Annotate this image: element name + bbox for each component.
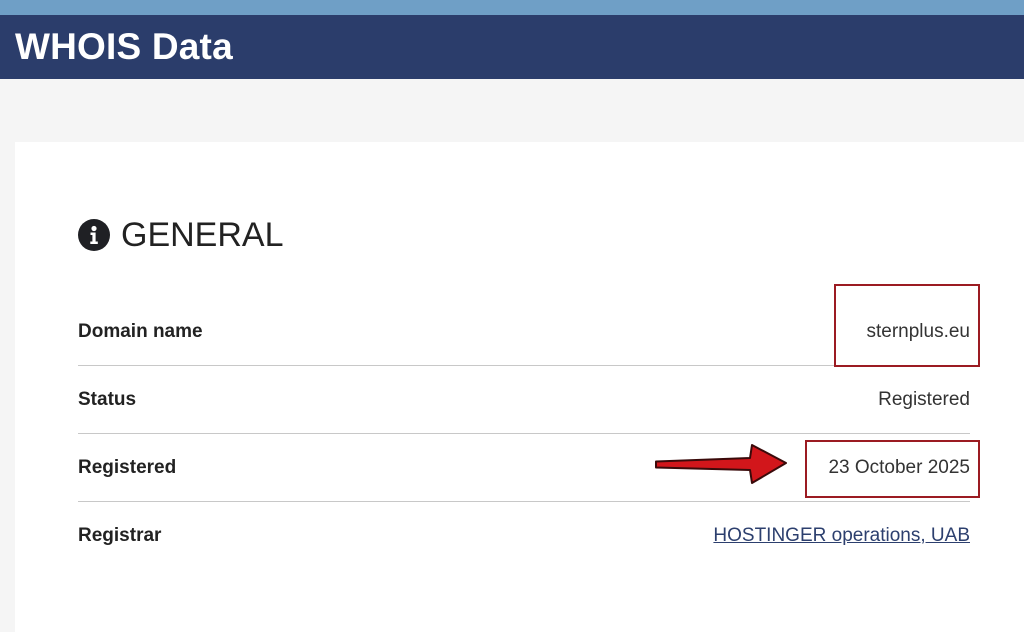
row-domain-name: Domain name sternplus.eu <box>78 298 970 366</box>
row-label: Registered <box>78 456 177 478</box>
row-label: Status <box>78 388 137 410</box>
page-title: WHOIS Data <box>15 26 233 67</box>
registrar-link[interactable]: HOSTINGER operations, UAB <box>713 525 970 547</box>
row-label: Registrar <box>78 524 162 546</box>
row-registered: Registered 23 October 2025 <box>78 434 970 502</box>
row-status: Status Registered <box>78 366 970 434</box>
status-value: Registered <box>878 388 970 410</box>
row-registrar: Registrar HOSTINGER operations, UAB <box>78 502 970 569</box>
whois-card: GENERAL Domain name sternplus.eu Status … <box>15 142 1024 632</box>
registered-date-value: 23 October 2025 <box>828 456 970 478</box>
top-strip <box>0 0 1024 15</box>
section-heading-general: GENERAL <box>78 215 284 255</box>
page-header: WHOIS Data <box>0 15 1024 79</box>
info-circle-icon <box>78 219 110 251</box>
domain-name-value: sternplus.eu <box>866 320 970 342</box>
whois-table: Domain name sternplus.eu Status Register… <box>78 298 970 569</box>
row-label: Domain name <box>78 320 203 342</box>
section-title: GENERAL <box>121 215 284 254</box>
